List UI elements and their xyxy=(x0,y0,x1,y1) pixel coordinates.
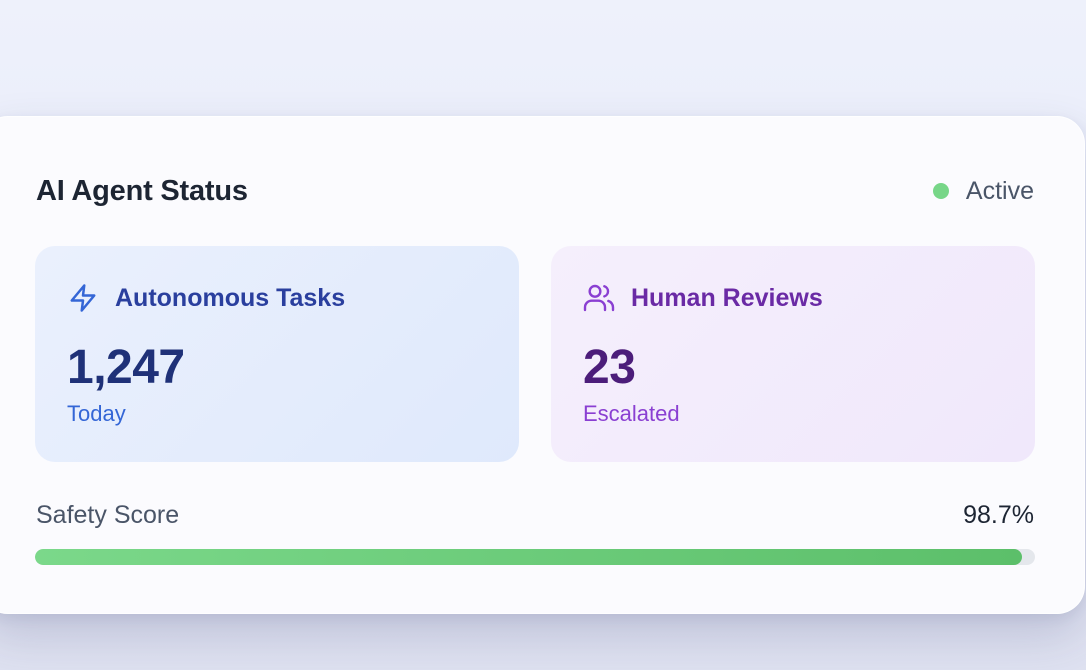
tile-header: Autonomous Tasks xyxy=(67,282,345,314)
lightning-bolt-icon xyxy=(67,282,99,314)
tile-label: Human Reviews xyxy=(631,284,823,312)
card-title: AI Agent Status xyxy=(36,175,248,207)
tile-value: 1,247 xyxy=(67,341,185,394)
autonomous-tasks-tile: Autonomous Tasks 1,247 Today xyxy=(35,246,519,462)
status-label: Active xyxy=(965,177,1034,205)
users-icon xyxy=(583,282,615,314)
tile-subtitle: Today xyxy=(67,401,126,426)
safety-score-progress-fill xyxy=(35,549,1022,565)
status-dot-icon xyxy=(932,183,949,199)
tile-header: Human Reviews xyxy=(583,282,823,314)
status-indicator: Active xyxy=(932,173,1034,209)
tile-value: 23 xyxy=(583,341,636,394)
human-reviews-tile: Human Reviews 23 Escalated xyxy=(551,246,1035,462)
safety-score-label: Safety Score xyxy=(36,501,180,529)
tile-subtitle: Escalated xyxy=(583,401,680,426)
safety-score-progress-bar xyxy=(35,549,1035,565)
safety-score-value: 98.7% xyxy=(963,501,1034,529)
tile-label: Autonomous Tasks xyxy=(115,284,346,312)
